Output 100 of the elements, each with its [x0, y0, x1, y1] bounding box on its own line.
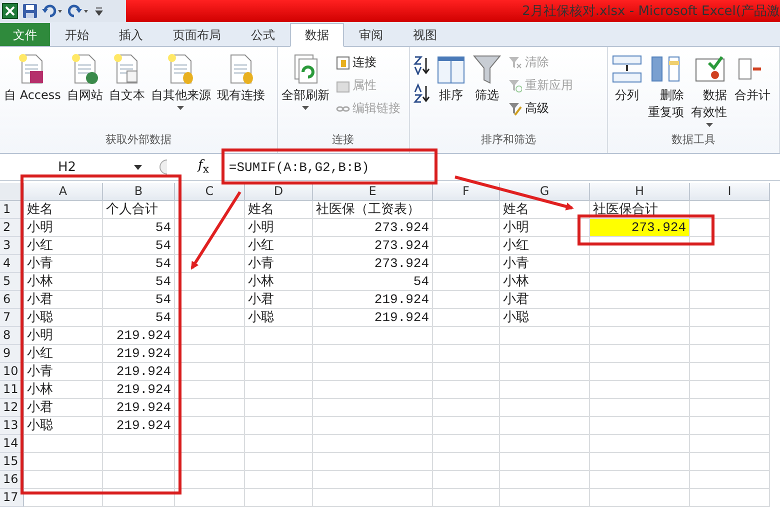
- table-cell: 219.924: [103, 381, 175, 399]
- table-cell: [175, 381, 245, 399]
- table-cell: [175, 345, 245, 363]
- table-cell: 小聪: [245, 309, 313, 327]
- connection-icon: [336, 56, 350, 70]
- table-cell: 54: [103, 273, 175, 291]
- insert-function-button[interactable]: f$_{x}$: [196, 158, 211, 176]
- column-header[interactable]: F: [433, 183, 500, 201]
- ribbon-button[interactable]: 删除重复项: [646, 51, 688, 123]
- table-cell: [103, 435, 175, 453]
- table-cell: 小聪: [24, 417, 103, 435]
- table-cell: [175, 219, 245, 237]
- table-cell: 小聪: [500, 309, 590, 327]
- clear-filter-icon: [508, 56, 522, 70]
- table-cell: [175, 489, 245, 507]
- table-cell: [245, 363, 313, 381]
- column-header[interactable]: A: [24, 183, 103, 201]
- advanced-filter-icon: [508, 102, 522, 116]
- filter-icon: [472, 53, 502, 85]
- table-cell: [433, 219, 500, 237]
- table-cell: 姓名: [24, 201, 103, 219]
- table-cell: 219.924: [103, 417, 175, 435]
- ribbon-button[interactable]: 自文本: [106, 51, 147, 106]
- table-cell: 54: [103, 309, 175, 327]
- columns-icon: [612, 53, 642, 85]
- ribbon-button[interactable]: 自其他来源: [148, 51, 213, 112]
- table-cell: 小青: [245, 255, 313, 273]
- column-header[interactable]: B: [103, 183, 175, 201]
- ribbon-tab[interactable]: 文件: [0, 23, 50, 46]
- ribbon-tab[interactable]: 审阅: [344, 23, 398, 46]
- table-cell: [175, 237, 245, 255]
- ribbon-tab[interactable]: 视图: [398, 23, 452, 46]
- table-cell: [175, 471, 245, 489]
- column-header[interactable]: H: [590, 183, 690, 201]
- table-cell: [175, 417, 245, 435]
- table-cell: 小君: [24, 399, 103, 417]
- formula-field[interactable]: =SUMIF(A:B,G2,B:B): [224, 158, 374, 176]
- ribbon-button[interactable]: 自网站: [64, 51, 105, 106]
- table-cell: 273.924: [313, 237, 433, 255]
- table-cell: [103, 489, 175, 507]
- table-cell: 小红: [500, 237, 590, 255]
- caret-icon: [706, 123, 714, 127]
- table-cell: 小君: [24, 291, 103, 309]
- table-cell: 姓名: [500, 201, 590, 219]
- ribbon-button[interactable]: 数据有效性: [689, 51, 730, 129]
- ribbon-button[interactable]: 排序: [434, 51, 468, 106]
- window-title: 2月社保核对.xlsx - Microsoft Excel(产品激: [522, 3, 780, 20]
- table-cell: [433, 363, 500, 381]
- table-cell: [433, 201, 500, 219]
- table-cell: 219.924: [103, 327, 175, 345]
- table-cell: 小林: [24, 273, 103, 291]
- table-cell: [245, 399, 313, 417]
- ribbon-button[interactable]: 连接: [334, 51, 403, 74]
- ribbon-tab[interactable]: 页面布局: [158, 23, 236, 46]
- table-cell: [433, 291, 500, 309]
- table-cell: [175, 255, 245, 273]
- column-header[interactable]: I: [690, 183, 770, 201]
- table-cell: 社医保（工资表）: [313, 201, 433, 219]
- excel-logo-icon: [2, 3, 18, 19]
- table-cell: [175, 363, 245, 381]
- table-cell: [245, 345, 313, 363]
- ribbon-button[interactable]: 筛选: [470, 51, 504, 106]
- table-cell: [433, 489, 500, 507]
- save-icon[interactable]: [22, 3, 38, 19]
- column-header[interactable]: G: [500, 183, 590, 201]
- caret-icon: [134, 164, 142, 170]
- column-header[interactable]: C: [175, 183, 245, 201]
- ribbon-tab[interactable]: 公式: [236, 23, 290, 46]
- table-cell: [433, 327, 500, 345]
- table-cell: 273.924: [313, 219, 433, 237]
- table-cell: [433, 237, 500, 255]
- table-cell: 小林: [24, 381, 103, 399]
- table-cell: [245, 327, 313, 345]
- table-cell: [433, 255, 500, 273]
- name-box[interactable]: H2: [0, 160, 148, 174]
- table-cell: 219.924: [103, 399, 175, 417]
- properties-icon: [336, 78, 350, 92]
- table-cell: [245, 381, 313, 399]
- table-cell: [245, 471, 313, 489]
- table-cell: [175, 273, 245, 291]
- ribbon-button[interactable]: 分列: [610, 51, 644, 106]
- ribbon-button[interactable]: 高级: [506, 97, 575, 120]
- ribbon-tab[interactable]: 数据: [290, 23, 344, 47]
- table-cell: [103, 471, 175, 489]
- table-cell: [175, 399, 245, 417]
- ribbon-button[interactable]: 现有连接: [214, 51, 267, 106]
- redo-icon[interactable]: [68, 3, 90, 19]
- undo-icon[interactable]: [42, 3, 64, 19]
- ribbon-tab[interactable]: 开始: [50, 23, 104, 46]
- row-header[interactable]: 17: [0, 489, 24, 507]
- table-cell: 小明: [245, 219, 313, 237]
- table-cell: 小林: [500, 273, 590, 291]
- ribbon-button[interactable]: 全部刷新: [280, 51, 332, 112]
- table-cell: 54: [313, 273, 433, 291]
- table-cell: 小青: [24, 363, 103, 381]
- table-cell: 219.924: [103, 345, 175, 363]
- ribbon-tab[interactable]: 插入: [104, 23, 158, 46]
- table-cell: [433, 345, 500, 363]
- ribbon-button[interactable]: 合并计: [732, 51, 772, 106]
- ribbon-button[interactable]: 自 Access: [2, 51, 63, 106]
